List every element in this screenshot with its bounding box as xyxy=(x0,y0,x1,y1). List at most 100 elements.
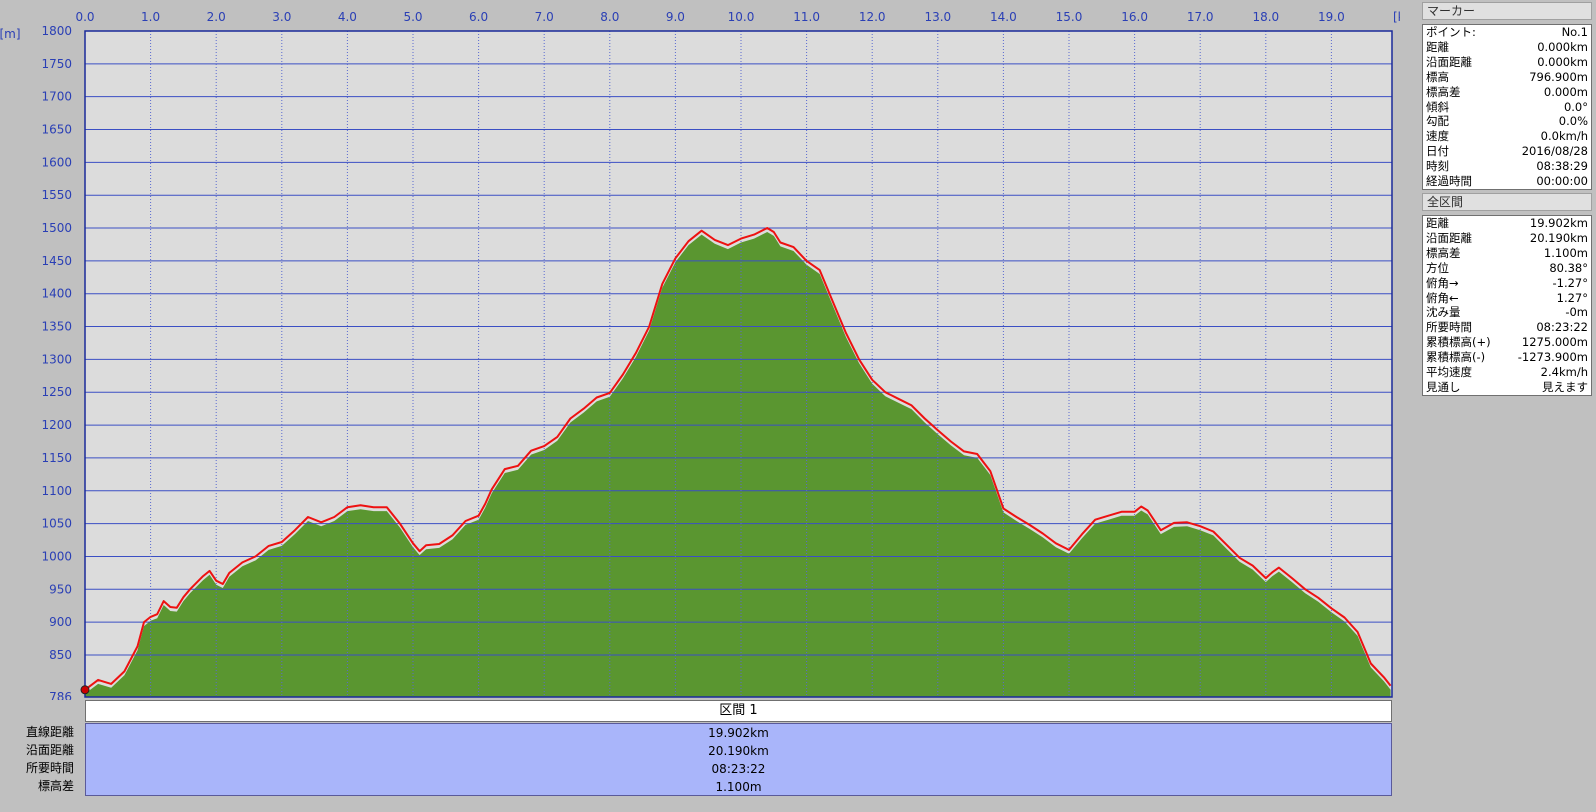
total-label: 累積標高(+) xyxy=(1426,335,1491,350)
total-label: 所要時間 xyxy=(1426,320,1472,335)
marker-value: 0.0% xyxy=(1558,114,1588,129)
total-label: 俯角← xyxy=(1426,290,1459,305)
marker-row: ポイント: No.1 xyxy=(1423,25,1592,40)
total-value: 08:23:22 xyxy=(1536,320,1588,335)
section-value: 1.100m xyxy=(715,780,762,794)
y-tick-label: 1400 xyxy=(41,287,72,301)
marker-value: 08:38:29 xyxy=(1536,159,1588,174)
y-axis-unit: [m] xyxy=(0,27,21,41)
total-label: 平均速度 xyxy=(1426,365,1472,380)
x-tick-label: 4.0 xyxy=(338,10,357,24)
section-label: 標高差 xyxy=(37,779,74,793)
x-tick-label: 6.0 xyxy=(469,10,488,24)
x-tick-label: 2.0 xyxy=(207,10,226,24)
total-row: 俯角← 1.27° xyxy=(1423,291,1592,306)
total-row: 距離 19.902km xyxy=(1423,216,1592,231)
marker-label: 経過時間 xyxy=(1426,174,1472,189)
y-tick-label: 1750 xyxy=(41,57,72,71)
total-row: 沿面距離 20.190km xyxy=(1423,231,1592,246)
marker-row: 日付 2016/08/28 xyxy=(1423,144,1592,159)
y-tick-label: 850 xyxy=(49,648,72,662)
y-tick-label: 1300 xyxy=(41,352,72,366)
total-value: -1273.900m xyxy=(1517,350,1588,365)
section-value: 20.190km xyxy=(708,744,769,758)
total-row: 沈み量 -0m xyxy=(1423,305,1592,320)
x-tick-label: 19.0 xyxy=(1318,10,1345,24)
marker-value: No.1 xyxy=(1561,25,1588,39)
marker-row: 経過時間 00:00:00 xyxy=(1423,174,1592,189)
section-header[interactable]: 区間 1 xyxy=(85,700,1392,722)
total-row: 平均速度 2.4km/h xyxy=(1423,365,1592,380)
total-value: -1.27° xyxy=(1552,275,1588,290)
y-tick-label: 1500 xyxy=(41,221,72,235)
total-panel-title: 全区間 xyxy=(1422,193,1592,211)
section-label: 直線距離 xyxy=(25,725,74,739)
x-tick-label: 14.0 xyxy=(990,10,1017,24)
marker-panel: マーカー ポイント: No.1 距離 0.000km 沿面距離 0.000km 標高 796.… xyxy=(1422,2,1592,190)
marker-value: 0.0° xyxy=(1563,99,1588,114)
y-tick-label: 900 xyxy=(49,615,72,629)
total-value: -0m xyxy=(1565,305,1588,320)
marker-label: 標高差 xyxy=(1426,84,1461,99)
y-tick-label: 786 xyxy=(49,690,72,700)
x-tick-label: 18.0 xyxy=(1252,10,1279,24)
marker-row: 傾斜 0.0° xyxy=(1423,100,1592,115)
x-tick-label: 15.0 xyxy=(1056,10,1083,24)
total-value: 20.190km xyxy=(1529,230,1588,245)
x-tick-label: 17.0 xyxy=(1187,10,1214,24)
y-tick-label: 1150 xyxy=(41,451,72,465)
marker-row: 沿面距離 0.000km xyxy=(1423,55,1592,70)
x-tick-label: 16.0 xyxy=(1121,10,1148,24)
section-value: 08:23:22 xyxy=(711,762,766,776)
marker-table: ポイント: No.1 距離 0.000km 沿面距離 0.000km 標高 796.900m 標… xyxy=(1422,24,1592,190)
marker-row: 勾配 0.0% xyxy=(1423,114,1592,129)
y-tick-label: 1250 xyxy=(41,385,72,399)
x-tick-label: 0.0 xyxy=(75,10,94,24)
x-tick-label: 10.0 xyxy=(728,10,755,24)
marker-value: 2016/08/28 xyxy=(1521,144,1588,159)
x-tick-label: 1.0 xyxy=(141,10,160,24)
total-row: 見通し 見えます xyxy=(1423,380,1592,395)
section-label: 沿面距離 xyxy=(25,743,74,757)
total-row: 累積標高(+) 1275.000m xyxy=(1423,335,1592,350)
total-value: 見えます xyxy=(1542,379,1588,394)
marker-label: 日付 xyxy=(1426,144,1449,159)
marker-value: 0.000m xyxy=(1543,84,1588,99)
marker-row: 時刻 08:38:29 xyxy=(1423,159,1592,174)
total-value: 1275.000m xyxy=(1521,335,1588,350)
marker-label: 速度 xyxy=(1426,129,1449,144)
total-table: 距離 19.902km 沿面距離 20.190km 標高差 1.100m 方位 80.38° 俯… xyxy=(1422,215,1592,396)
y-tick-label: 1650 xyxy=(41,123,72,137)
x-tick-label: 12.0 xyxy=(859,10,886,24)
total-row: 俯角→ -1.27° xyxy=(1423,276,1592,291)
y-tick-label: 1550 xyxy=(41,188,72,202)
y-tick-label: 1000 xyxy=(41,549,72,563)
elevation-chart: 786 850 900 950 1000 1050 1100 1150 1200 1250 1300… xyxy=(0,10,1400,700)
section-label: 所要時間 xyxy=(25,761,74,775)
section-labels: 直線距離沿面距離所要時間標高差 xyxy=(0,723,74,795)
total-row: 方位 80.38° xyxy=(1423,261,1592,276)
marker-row: 標高差 0.000m xyxy=(1423,85,1592,100)
marker-label: 勾配 xyxy=(1426,114,1449,129)
marker-value: 0.000km xyxy=(1537,54,1588,69)
marker-value: 00:00:00 xyxy=(1536,174,1588,189)
x-tick-label: 5.0 xyxy=(403,10,422,24)
total-label: 累積標高(-) xyxy=(1426,350,1486,365)
total-value: 19.902km xyxy=(1529,216,1588,230)
total-row: 所要時間 08:23:22 xyxy=(1423,320,1592,335)
y-tick-label: 1200 xyxy=(41,418,72,432)
x-tick-label: 8.0 xyxy=(600,10,619,24)
total-panel: 全区間 距離 19.902km 沿面距離 20.190km 標高差 1.100m 方位 80.… xyxy=(1422,193,1592,396)
marker-label: 沿面距離 xyxy=(1426,54,1472,69)
marker-label: 距離 xyxy=(1426,39,1449,54)
y-tick-label: 1050 xyxy=(41,517,72,531)
marker-point[interactable] xyxy=(80,685,90,695)
total-label: 方位 xyxy=(1426,260,1449,275)
x-tick-label: 13.0 xyxy=(924,10,951,24)
marker-value: 796.900m xyxy=(1529,69,1588,84)
total-value: 2.4km/h xyxy=(1540,365,1588,380)
marker-row: 距離 0.000km xyxy=(1423,40,1592,55)
section-values: 19.902km 20.190km 08:23:22 1.100m xyxy=(85,723,1392,796)
total-value: 1.27° xyxy=(1556,290,1588,305)
y-tick-label: 1450 xyxy=(41,254,72,268)
